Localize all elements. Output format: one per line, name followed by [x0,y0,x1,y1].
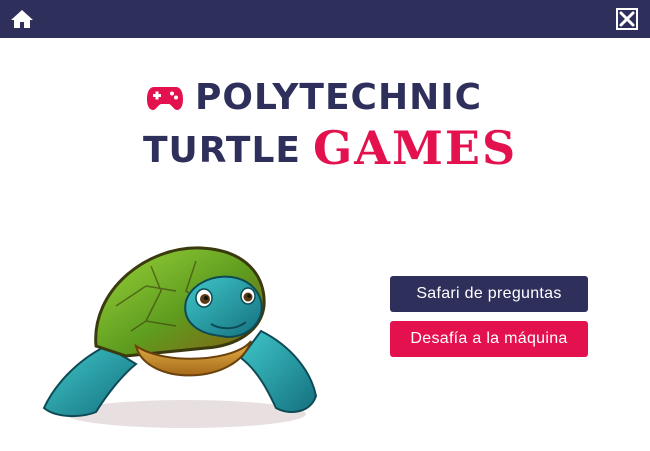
logo-text-games: GAMES [312,121,518,175]
logo-text-turtle: TURTLE [143,130,301,171]
top-bar [0,0,650,38]
desafia-a-la-maquina-button[interactable]: Desafía a la máquina [390,321,588,357]
logo-top-line: POLYTECHNIC [145,78,482,118]
home-button[interactable] [10,8,34,30]
safari-de-preguntas-button[interactable]: Safari de preguntas [390,276,588,312]
turtle-mascot-image [36,236,336,436]
app-logo: POLYTECHNIC TURTLE GAMES [0,72,650,182]
logo-bottom-line: TURTLE GAMES [143,122,517,172]
close-button[interactable] [616,8,638,30]
close-icon [616,8,638,30]
gamepad-icon [147,87,183,110]
home-icon [11,10,33,28]
logo-text-polytechnic: POLYTECHNIC [195,77,483,118]
